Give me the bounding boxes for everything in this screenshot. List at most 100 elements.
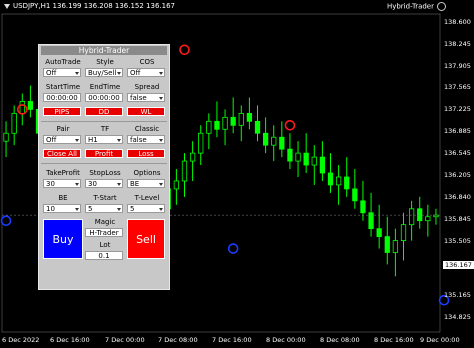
chevron-down-icon — [159, 139, 163, 142]
magic-input[interactable]: H-Trader — [85, 228, 123, 237]
bullish-candle — [181, 160, 188, 182]
bullish-candle — [238, 112, 244, 126]
chevron-down-icon — [159, 72, 163, 75]
endtime-label: EndTime — [89, 83, 121, 91]
stoploss-select[interactable]: 30 — [85, 179, 123, 188]
price-tick-label: 136.205 — [444, 171, 471, 179]
bullish-candle — [311, 156, 317, 166]
options-select[interactable]: BE — [127, 179, 165, 188]
chevron-down-icon — [117, 139, 121, 142]
time-tick-label: 8 Dec 08:00 — [320, 336, 360, 344]
buy-button[interactable]: Buy — [43, 219, 83, 259]
bearish-candle — [319, 156, 326, 174]
bullish-candle — [3, 132, 9, 142]
tlevel-label: T-Level — [134, 194, 160, 202]
bearish-candle — [352, 188, 358, 202]
style-value: Buy/Sell — [88, 69, 117, 77]
bullish-candle — [189, 152, 196, 162]
autotrade-select[interactable]: Off — [43, 68, 81, 77]
bullish-candle — [11, 112, 17, 134]
takeprofit-select[interactable]: 30 — [43, 179, 81, 188]
cos-select[interactable]: Off — [127, 68, 165, 77]
tstart-select[interactable]: 5 — [85, 204, 123, 213]
divider — [41, 163, 167, 164]
close-all-button[interactable]: Close All — [43, 149, 81, 158]
style-select[interactable]: Buy/Sell — [85, 68, 123, 77]
tlevel-select[interactable]: 5 — [127, 204, 165, 213]
style-label: Style — [96, 58, 114, 66]
price-tick-label: 136.885 — [444, 127, 471, 135]
bearish-candle — [384, 236, 390, 253]
loss-button[interactable]: Loss — [127, 149, 165, 158]
time-tick-label: 7 Dec 08:00 — [158, 336, 198, 344]
indicator-name: Hybrid-Trader — [386, 2, 434, 11]
classic-label: Classic — [134, 125, 160, 133]
lot-input[interactable]: 0.1 — [85, 251, 123, 260]
time-tick-label: 8 Dec 00:00 — [266, 336, 306, 344]
symbol-header: USDJPY,H1 136.199 136.208 136.152 136.16… — [4, 2, 175, 10]
options-label: Options — [133, 169, 161, 177]
chevron-down-icon — [159, 208, 163, 211]
buy-signal-marker — [227, 243, 239, 254]
bullish-candle — [408, 208, 415, 226]
bearish-candle — [360, 200, 366, 214]
bullish-candle — [222, 116, 228, 130]
price-tick-label: 134.825 — [444, 313, 471, 321]
chevron-down-icon — [117, 183, 121, 186]
pair-label: Pair — [56, 125, 70, 133]
dd-button[interactable]: DD — [85, 107, 123, 116]
bullish-candle — [425, 216, 431, 222]
classic-select[interactable]: false — [127, 135, 165, 144]
profit-button[interactable]: Profit — [85, 149, 123, 158]
price-tick-label: 135.505 — [444, 237, 471, 245]
bearish-candle — [417, 208, 423, 222]
time-tick-label: 8 Dec 16:00 — [374, 336, 414, 344]
be-select[interactable]: 10 — [43, 204, 81, 213]
buy-signal-marker — [0, 215, 12, 226]
autotrade-value: Off — [46, 69, 57, 77]
price-tick-label: 138.245 — [444, 40, 471, 48]
divider — [41, 121, 167, 122]
bearish-candle — [230, 116, 236, 126]
price-tick-label: 137.905 — [444, 62, 471, 70]
price-tick-label: 135.845 — [444, 215, 471, 223]
panel-title[interactable]: Hybrid-Trader — [41, 46, 167, 55]
spread-value: false — [130, 94, 147, 102]
autotrade-label: AutoTrade — [45, 58, 81, 66]
tf-select[interactable]: H1 — [85, 135, 123, 144]
bullish-candle — [400, 224, 407, 241]
chevron-down-icon — [159, 183, 163, 186]
smiley-icon — [437, 2, 446, 11]
be-value: 10 — [46, 205, 55, 213]
endtime-input[interactable]: 00:00:00 — [85, 93, 123, 102]
takeprofit-label: TakeProfit — [46, 169, 80, 177]
symbol-info: USDJPY,H1 136.199 136.208 136.152 136.16… — [13, 2, 175, 10]
bullish-candle — [335, 176, 342, 186]
time-tick-label: 9 Dec 00:00 — [420, 336, 460, 344]
dropdown-arrow-icon[interactable] — [4, 3, 10, 9]
pips-button[interactable]: PIPS — [43, 107, 81, 116]
chevron-down-icon — [117, 208, 121, 211]
chevron-down-icon — [75, 72, 79, 75]
time-tick-label: 7 Dec 00:00 — [105, 336, 145, 344]
magic-label: Magic — [94, 218, 116, 226]
lot-label: Lot — [99, 241, 111, 249]
tstart-value: 5 — [88, 205, 93, 213]
hybrid-trader-panel: Hybrid-Trader AutoTrade Style COS Off Bu… — [38, 44, 170, 290]
starttime-input[interactable]: 00:00:00 — [43, 93, 81, 102]
pair-value: Off — [46, 136, 57, 144]
wl-button[interactable]: WL — [127, 107, 165, 116]
bearish-candle — [303, 152, 309, 166]
options-value: BE — [130, 180, 140, 188]
bearish-candle — [214, 120, 220, 130]
tlevel-value: 5 — [130, 205, 135, 213]
sell-button[interactable]: Sell — [127, 219, 165, 259]
spread-select[interactable]: false — [127, 93, 165, 102]
pair-select[interactable]: Off — [43, 135, 81, 144]
bullish-candle — [271, 136, 277, 146]
bullish-candle — [392, 240, 399, 253]
tstart-label: T-Start — [93, 194, 117, 202]
bearish-candle — [327, 172, 334, 186]
chevron-down-icon — [75, 208, 79, 211]
chevron-down-icon — [117, 72, 121, 75]
